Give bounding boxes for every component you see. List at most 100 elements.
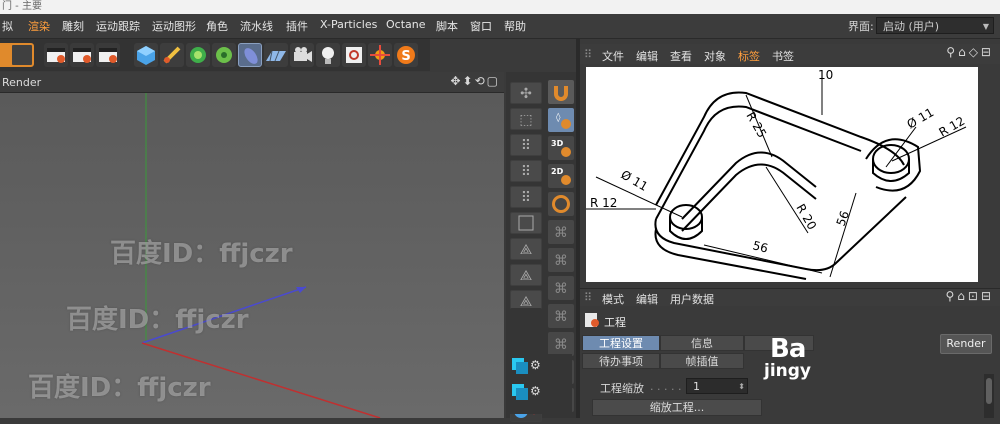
scroll-thumb[interactable] <box>986 378 992 404</box>
attributes-scrollbar[interactable] <box>984 374 994 418</box>
viewport-header: Render ✥⬍⟲▢ <box>0 72 504 93</box>
stepper-icon[interactable]: ⬍ <box>738 379 745 395</box>
attributes-header: ⠿ 模式 编辑 用户数据 ⚲⌂⊡⊟ <box>580 288 1000 307</box>
am-search-lock-icons[interactable]: ⚲⌂⊡⊟ <box>945 289 994 303</box>
render-settings-icon[interactable] <box>96 43 120 67</box>
watermark-text: 百度ID：ffjczr <box>28 373 211 403</box>
om-menu-object[interactable]: 对象 <box>704 48 726 64</box>
menu-item-window[interactable]: 窗口 <box>470 18 492 34</box>
am-menu-user-data[interactable]: 用户数据 <box>670 291 714 307</box>
grid-icon[interactable]: ⠿ <box>510 160 542 182</box>
grid-icon[interactable]: ⠿ <box>510 134 542 156</box>
layer-blue-icon[interactable] <box>510 382 530 402</box>
render-to-picture-viewer-icon[interactable] <box>70 43 94 67</box>
svg-text:S: S <box>401 49 410 64</box>
menu-item-octane[interactable]: Octane <box>386 18 426 31</box>
project-icon <box>584 312 600 328</box>
menu-item-plugins[interactable]: 插件 <box>286 18 308 34</box>
tool-icon[interactable]: ⌘ <box>548 248 574 272</box>
tool-icon[interactable]: ⌘ <box>548 332 574 356</box>
menu-item-motion-tracking[interactable]: 运动跟踪 <box>96 18 140 34</box>
menu-item-mograph[interactable]: 运动图形 <box>152 18 196 34</box>
light-icon[interactable] <box>316 43 340 67</box>
tab-frame-interpolation[interactable]: 帧插值 <box>660 353 744 369</box>
grip-icon[interactable]: ⠿ <box>584 48 592 61</box>
viewport[interactable]: 百度ID：ffjczr 百度ID：ffjczr 百度ID：ffjczr <box>0 93 504 418</box>
dim-label: R 12 <box>590 196 617 210</box>
menu-item-simulate[interactable]: 拟 <box>2 18 13 34</box>
window-title-bar: 门 - 主要 <box>0 0 1000 14</box>
chevron-down-icon: ▼ <box>982 22 989 31</box>
tool-icon[interactable]: ⌘ <box>548 220 574 244</box>
snap-3d-icon[interactable]: 3D <box>548 136 574 160</box>
layout-label: 界面: <box>848 20 874 33</box>
tab-project-settings[interactable]: 工程设置 <box>582 335 660 351</box>
edge-mode-icon[interactable]: ⟁ <box>510 264 542 286</box>
layer-buttons: ⚙ ⚙ <box>508 354 572 414</box>
layout-select[interactable]: 启动 (用户) ▼ <box>876 17 994 34</box>
subdivision-icon[interactable] <box>186 43 210 67</box>
dial-icon[interactable] <box>548 192 574 216</box>
pen-icon[interactable] <box>160 43 184 67</box>
menu-item-sculpt[interactable]: 雕刻 <box>62 18 84 34</box>
baidu-watermark-line2: jingy <box>764 361 812 381</box>
snap-settings-icon[interactable]: ◊ <box>548 108 574 132</box>
menu-bar: 拟 渲染 雕刻 运动跟踪 运动图形 角色 流水线 插件 X-Particles … <box>0 14 1000 39</box>
viewport-nav-icons[interactable]: ✥⬍⟲▢ <box>450 74 500 88</box>
am-menu-edit[interactable]: 编辑 <box>636 291 658 307</box>
om-menu-tags[interactable]: 标签 <box>738 48 760 64</box>
tab-todo[interactable]: 待办事项 <box>582 353 660 369</box>
model-mode-icon[interactable] <box>510 212 542 234</box>
menu-item-script[interactable]: 脚本 <box>436 18 458 34</box>
snap-2d-icon[interactable]: 2D <box>548 164 574 188</box>
gear-icon[interactable]: ⚙ <box>530 358 546 374</box>
magnet-icon[interactable] <box>548 80 574 104</box>
svg-text:◊: ◊ <box>556 112 561 123</box>
menu-item-character[interactable]: 角色 <box>206 18 228 34</box>
cloner-icon[interactable] <box>212 43 236 67</box>
svg-text:⠿: ⠿ <box>521 164 531 180</box>
svg-text:⌘: ⌘ <box>554 225 568 241</box>
cube-icon[interactable] <box>134 43 158 67</box>
gear-icon[interactable]: ⚙ <box>530 384 546 400</box>
move-tool-icon[interactable]: ✣ <box>510 82 542 104</box>
tool-icon[interactable]: ⌘ <box>548 276 574 300</box>
om-menu-view[interactable]: 查看 <box>670 48 692 64</box>
window-title: 门 - 主要 <box>2 1 42 12</box>
menu-item-pipeline[interactable]: 流水线 <box>240 18 273 34</box>
svg-text:⌘: ⌘ <box>554 253 568 269</box>
scale-tool-icon[interactable]: ⬚ <box>510 108 542 130</box>
tag-icon[interactable] <box>342 43 366 67</box>
tool-icon[interactable]: ⌘ <box>548 304 574 328</box>
octane-icon[interactable]: S <box>394 43 418 67</box>
om-menu-bookmarks[interactable]: 书签 <box>772 48 794 64</box>
render-button[interactable]: Render <box>940 334 992 354</box>
baidu-watermark-line1: Ba <box>770 334 806 364</box>
grip-icon[interactable]: ⠿ <box>584 291 592 304</box>
svg-text:⟁: ⟁ <box>520 242 533 258</box>
layer-blue-icon[interactable] <box>510 356 530 376</box>
baidu-watermark: Ba jingy <box>764 334 811 380</box>
am-menu-mode[interactable]: 模式 <box>602 291 624 307</box>
project-scale-input[interactable]: 1 ⬍ <box>686 378 748 394</box>
menu-item-x-particles[interactable]: X-Particles <box>320 18 377 31</box>
point-mode-icon[interactable]: ⟁ <box>510 238 542 260</box>
dim-label: Ø 11 <box>905 105 937 131</box>
menu-item-help[interactable]: 帮助 <box>504 18 526 34</box>
tab-info[interactable]: 信息 <box>660 335 744 351</box>
render-view-icon[interactable] <box>44 43 68 67</box>
om-menu-file[interactable]: 文件 <box>602 48 624 64</box>
polygon-mode-icon[interactable]: ⠿ <box>510 186 542 208</box>
deformer-icon[interactable] <box>238 43 262 67</box>
svg-text:2D: 2D <box>551 167 564 176</box>
scale-project-button[interactable]: 缩放工程... <box>592 399 762 416</box>
camera-icon[interactable] <box>290 43 314 67</box>
bracket-drawing: 10 R 25 Ø 11 R 12 Ø 11 R 12 R 20 56 56 <box>586 68 967 280</box>
snap-icon[interactable] <box>368 43 392 67</box>
floor-icon[interactable] <box>264 43 288 67</box>
project-scale-value: 1 <box>693 380 700 393</box>
om-search-home-icons[interactable]: ⚲⌂◇⊟ <box>946 45 994 59</box>
menu-item-render[interactable]: 渲染 <box>28 18 50 34</box>
om-menu-edit[interactable]: 编辑 <box>636 48 658 64</box>
make-editable-icon[interactable] <box>10 43 34 67</box>
